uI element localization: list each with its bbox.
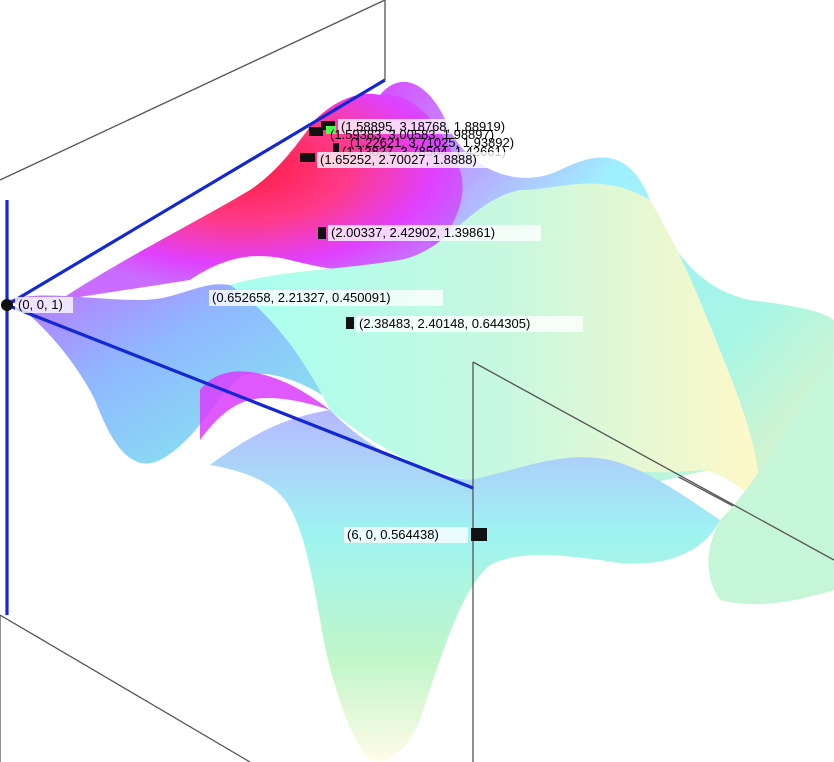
point-p6-label-group: (2.00337, 2.42902, 1.39861) bbox=[328, 225, 541, 241]
point-p5-label: (1.65252, 2.70027, 1.8888) bbox=[320, 152, 477, 167]
point-p3-marker bbox=[309, 127, 323, 136]
point-p9-label: (0, 0, 1) bbox=[18, 297, 63, 312]
point-p5-marker bbox=[300, 153, 315, 162]
3d-surface-plot[interactable]: (1.58895, 3.18768, 1.88919) (1.59383, 3.… bbox=[0, 0, 834, 762]
point-p8-marker bbox=[346, 317, 354, 329]
point-p10-label-group: (6, 0, 0.564438) bbox=[344, 527, 468, 543]
point-p6-marker bbox=[318, 227, 326, 239]
point-p10-label: (6, 0, 0.564438) bbox=[347, 527, 439, 542]
point-p8-label: (2.38483, 2.40148, 0.644305) bbox=[359, 316, 530, 331]
point-p7-label: (0.652658, 2.21327, 0.450091) bbox=[212, 290, 391, 305]
point-p9-marker bbox=[1, 299, 13, 311]
point-p9-label-group: (0, 0, 1) bbox=[15, 297, 73, 313]
point-p5-label-group: (1.65252, 2.70027, 1.8888) bbox=[317, 152, 522, 168]
point-p10-marker bbox=[471, 528, 487, 541]
point-p7-label-group: (0.652658, 2.21327, 0.450091) bbox=[209, 290, 443, 306]
point-p4-marker bbox=[333, 143, 339, 152]
3d-plot-viewport[interactable]: (1.58895, 3.18768, 1.88919) (1.59383, 3.… bbox=[0, 0, 834, 762]
point-p8-label-group: (2.38483, 2.40148, 0.644305) bbox=[356, 316, 583, 332]
point-p6-label: (2.00337, 2.42902, 1.39861) bbox=[331, 225, 495, 240]
